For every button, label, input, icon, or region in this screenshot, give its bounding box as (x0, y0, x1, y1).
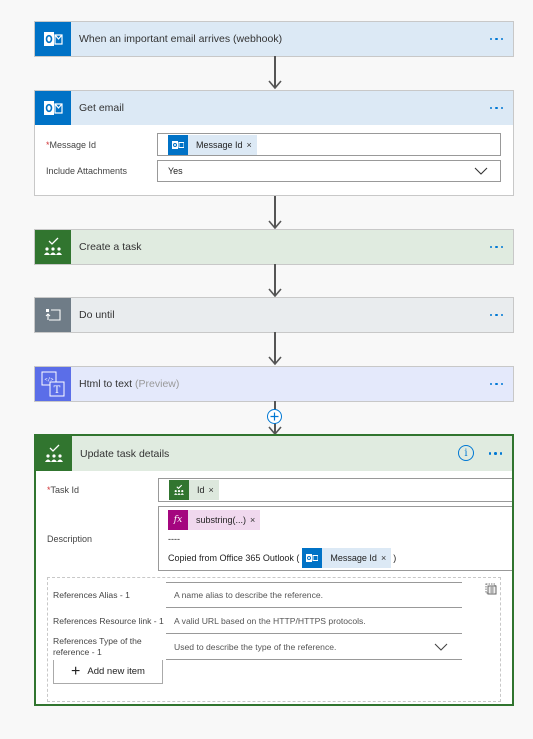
more-options-icon[interactable] (489, 367, 503, 401)
token-label: Message Id (196, 139, 243, 150)
reference-type-row: References Type of the reference - 1 Use… (48, 634, 500, 660)
token-label: substring(...) (196, 515, 247, 525)
description-input[interactable]: fx substring(...) × ---- Copied from Off… (158, 506, 512, 571)
description-separator: ---- (168, 534, 180, 544)
field-label: Task Id (50, 485, 80, 495)
outlook-icon (35, 22, 71, 56)
planner-icon (35, 230, 71, 264)
step-header-create-task[interactable]: Create a task (35, 230, 513, 264)
field-description: Description fx substring(...) × ---- Cop… (36, 506, 512, 571)
chevron-down-icon (474, 167, 488, 175)
connector-arrow (268, 332, 282, 366)
references-array-group: References Alias - 1 A name alias to des… (47, 577, 501, 702)
remove-token-icon[interactable]: × (250, 515, 255, 525)
step-title: Update task details (80, 447, 170, 460)
field-label: Description (47, 533, 93, 544)
description-text: Copied from Office 365 Outlook ( (168, 553, 300, 563)
placeholder: A name alias to describe the reference. (174, 590, 324, 600)
remove-token-icon[interactable]: × (209, 485, 214, 495)
reference-link-input[interactable]: A valid URL based on the HTTP/HTTPS prot… (166, 608, 462, 634)
connector-arrow (268, 56, 282, 90)
planner-icon (169, 480, 189, 500)
field-label: References Alias - 1 (53, 589, 130, 600)
more-options-icon[interactable] (489, 22, 503, 56)
step-card-html-to-text: </> T Html to text (Preview) (34, 366, 514, 402)
placeholder: A valid URL based on the HTTP/HTTPS prot… (174, 615, 366, 626)
step-card-trigger: When an important email arrives (webhook… (34, 21, 514, 57)
step-title: Html to text (79, 378, 133, 390)
field-label: Include Attachments (46, 166, 128, 176)
do-until-icon (35, 298, 71, 332)
outlook-icon (35, 91, 71, 125)
step-card-do-until: Do until (34, 297, 514, 333)
expression-token[interactable]: fx substring(...) × (168, 510, 261, 530)
step-title: Get email (79, 102, 124, 114)
connector-arrow (268, 196, 282, 230)
dynamic-token[interactable]: Id × (169, 480, 219, 500)
add-new-item-button[interactable]: + Add new item (53, 660, 163, 684)
step-header-get-email[interactable]: Get email (35, 91, 513, 125)
field-include-attachments: Include Attachments Yes (35, 160, 513, 182)
step-card-get-email: Get email *Message Id Message Id × Inclu… (34, 90, 514, 196)
step-header-trigger[interactable]: When an important email arrives (webhook… (35, 22, 513, 56)
preview-badge: (Preview) (135, 378, 180, 390)
select-value: Yes (168, 166, 183, 176)
planner-icon (36, 436, 72, 471)
function-icon: fx (168, 510, 188, 530)
insert-step-button[interactable] (267, 409, 282, 424)
step-title: Create a task (79, 241, 142, 253)
field-task-id: *Task Id Id × (36, 478, 512, 502)
dynamic-token[interactable]: Message Id × (168, 134, 257, 155)
include-attachments-select[interactable]: Yes (157, 160, 501, 182)
token-label: Id (197, 485, 205, 495)
outlook-icon (168, 134, 188, 155)
field-message-id: *Message Id Message Id × (35, 133, 513, 156)
task-id-input[interactable]: Id × (158, 478, 512, 502)
remove-token-icon[interactable]: × (247, 140, 252, 150)
reference-alias-row: References Alias - 1 A name alias to des… (48, 582, 500, 608)
plus-icon: + (71, 662, 81, 680)
step-header-update-task-details[interactable]: Update task details i (36, 436, 512, 471)
reference-alias-input[interactable]: A name alias to describe the reference. (166, 582, 462, 608)
step-title: Do until (79, 309, 115, 321)
description-text: ) (393, 553, 397, 563)
connector-arrow (268, 264, 282, 298)
more-options-icon[interactable] (489, 230, 503, 264)
remove-token-icon[interactable]: × (381, 553, 386, 563)
field-label: Message Id (49, 139, 97, 150)
step-card-create-task: Create a task (34, 229, 514, 265)
message-id-input[interactable]: Message Id × (157, 133, 501, 156)
more-options-icon[interactable] (489, 298, 503, 332)
reference-type-select[interactable]: Used to describe the type of the referen… (166, 634, 462, 660)
chevron-down-icon (434, 643, 448, 651)
field-label: References Resource link - 1 (53, 615, 164, 626)
more-options-icon[interactable] (488, 436, 502, 471)
plus-icon (270, 412, 279, 421)
more-options-icon[interactable] (489, 91, 503, 125)
placeholder: Used to describe the type of the referen… (174, 641, 337, 652)
dynamic-token[interactable]: Message Id × (302, 548, 392, 568)
step-card-update-task-details: Update task details i *Task Id Id × Desc… (34, 434, 514, 706)
info-icon[interactable]: i (458, 445, 474, 461)
field-label: References Type of the reference - 1 (53, 636, 142, 657)
step-header-do-until[interactable]: Do until (35, 298, 513, 332)
html-to-text-icon: </> T (35, 367, 71, 401)
svg-text:T: T (54, 385, 61, 396)
add-new-item-label: Add new item (87, 666, 145, 677)
token-label: Message Id (330, 553, 377, 563)
step-title: When an important email arrives (webhook… (79, 33, 283, 45)
reference-link-row: References Resource link - 1 A valid URL… (48, 608, 500, 634)
outlook-icon (302, 548, 323, 568)
step-header-html-to-text[interactable]: </> T Html to text (Preview) (35, 367, 513, 401)
